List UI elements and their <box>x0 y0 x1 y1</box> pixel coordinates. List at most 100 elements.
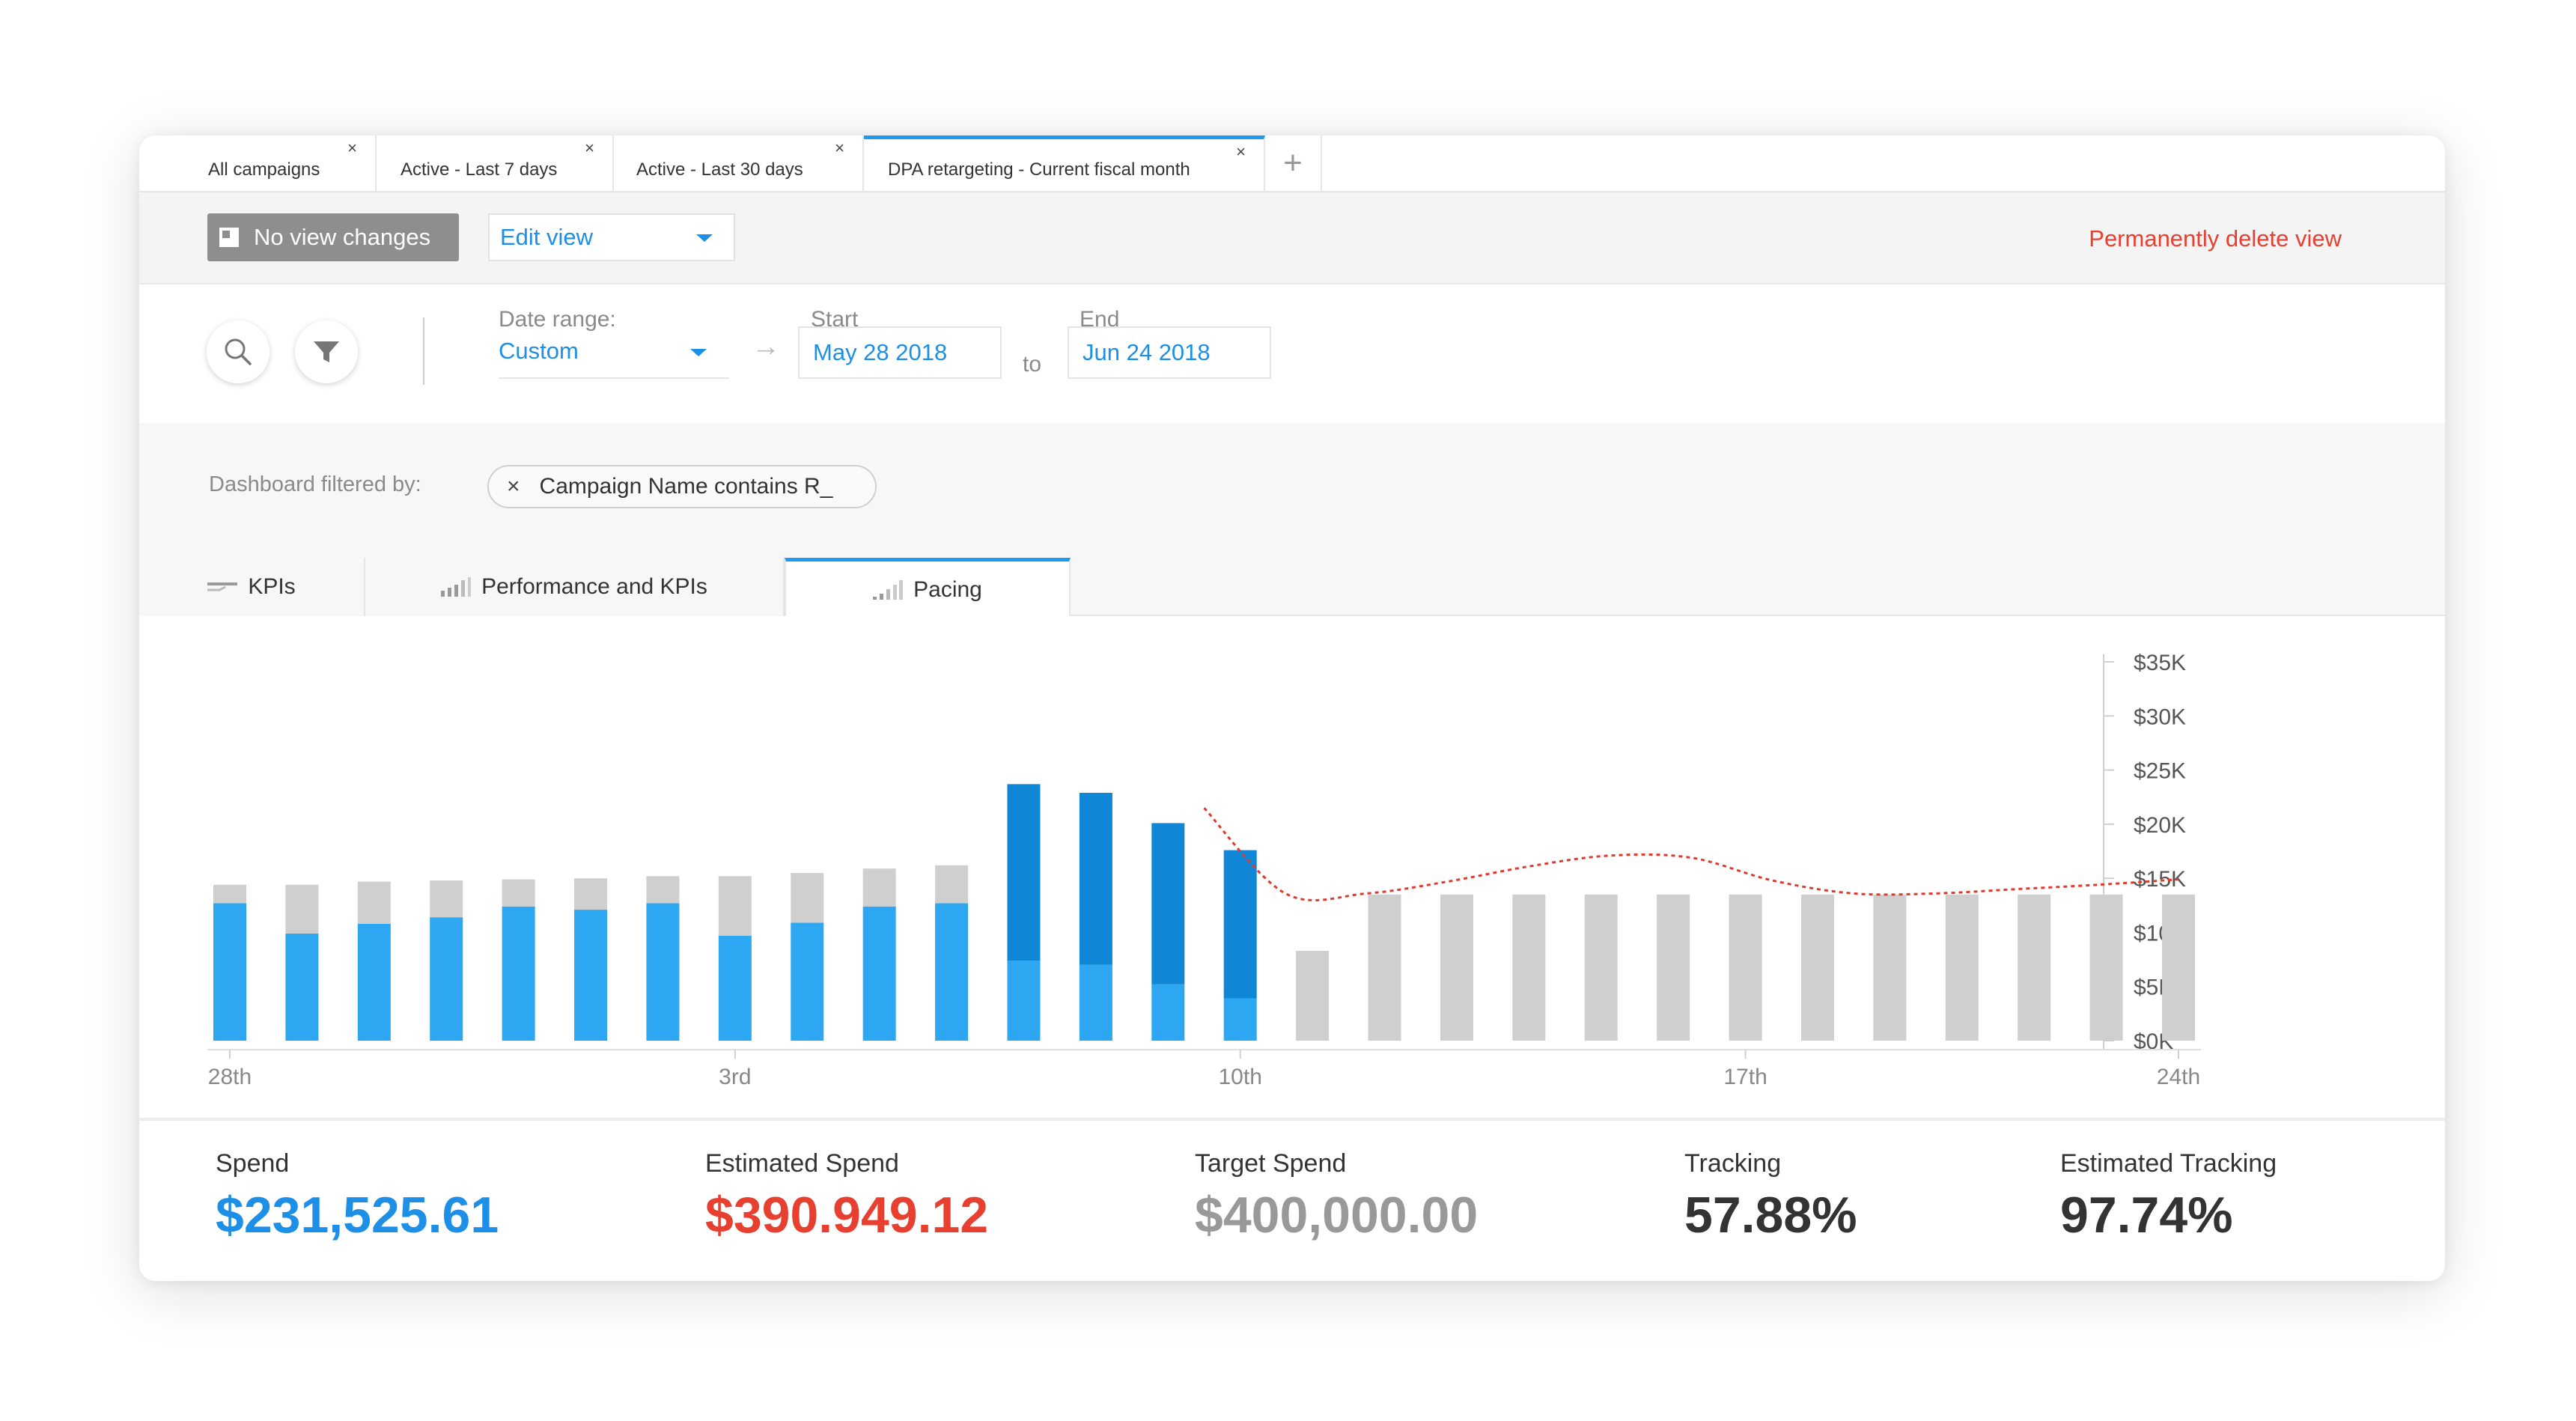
close-icon[interactable]: × <box>1236 144 1246 160</box>
filter-row: Date range: Custom → Start May 28 2018 t… <box>139 284 2445 423</box>
chart-bar <box>1007 961 1041 1041</box>
chart-bar <box>1368 894 1401 1041</box>
chart-bar <box>2018 894 2051 1041</box>
stat-label: Estimated Tracking <box>2060 1149 2277 1178</box>
chart-bar <box>646 903 680 1041</box>
tab-kpis[interactable]: KPIs <box>139 558 365 616</box>
pacing-chart-svg: $0K$5K$10K$15K$20K$25K$30K$35K28th 3rd 10t… <box>207 651 2201 1089</box>
delete-view-link[interactable]: Permanently delete view <box>2089 225 2342 252</box>
stat-value: $231,525.61 <box>216 1187 499 1244</box>
dashboard-filter-label: Dashboard filtered by: <box>209 472 421 496</box>
close-icon[interactable]: × <box>835 140 844 156</box>
end-date-field[interactable]: Jun 24 2018 <box>1068 326 1271 379</box>
start-date-value: May 28 2018 <box>813 339 948 365</box>
chart-bar <box>1151 984 1185 1041</box>
chart-bar <box>1079 792 1112 965</box>
stat-value: $390.949.12 <box>705 1187 989 1244</box>
stat-label: Estimated Spend <box>705 1149 899 1178</box>
chart-bar <box>1945 894 1979 1041</box>
chart-bar <box>1800 894 1834 1041</box>
chart-bar <box>213 884 246 904</box>
chart-bar <box>1079 964 1112 1041</box>
divider <box>423 317 424 385</box>
x-tick-label: 10th <box>1219 1065 1262 1089</box>
stat-estimated-tracking: Estimated Tracking 97.74% <box>2060 1149 2277 1244</box>
chart-bar <box>430 880 463 918</box>
y-tick-label: $20K <box>2134 813 2186 838</box>
x-tick-label: 28th <box>208 1065 252 1089</box>
to-label: to <box>1023 352 1042 377</box>
pacing-icon <box>873 579 904 600</box>
chart-bar <box>1223 998 1257 1041</box>
bar-chart-icon <box>441 577 472 597</box>
search-button[interactable] <box>207 320 270 383</box>
no-view-changes-label: No view changes <box>254 224 431 250</box>
chart-bar <box>574 910 608 1041</box>
view-toolbar: No view changes Edit view Permanently de… <box>139 191 2445 284</box>
tab-label: Performance and KPIs <box>481 574 707 599</box>
x-tick-label: 24th <box>2157 1065 2200 1089</box>
chart-bar <box>862 906 896 1041</box>
y-tick-label: $25K <box>2134 759 2186 784</box>
stat-label: Tracking <box>1684 1149 1782 1178</box>
tab-all-campaigns[interactable]: All campaigns × <box>139 136 377 191</box>
stat-label: Spend <box>216 1149 290 1178</box>
chart-bar <box>791 922 824 1041</box>
chart-bar <box>791 872 824 923</box>
chart-bar <box>1440 894 1473 1041</box>
view-status-icon <box>219 228 239 247</box>
chart-bar <box>718 876 752 936</box>
kpi-icon <box>207 582 238 591</box>
chart-bar <box>1873 894 1907 1041</box>
chart-bar <box>2089 894 2123 1041</box>
stat-estimated-spend: Estimated Spend $390.949.12 <box>705 1149 988 1244</box>
chevron-down-icon <box>696 234 713 242</box>
add-tab-button[interactable]: + <box>1265 136 1322 191</box>
edit-view-label: Edit view <box>500 224 594 250</box>
chart-bar <box>430 917 463 1041</box>
tab-active-last-30-days[interactable]: Active - Last 30 days × <box>614 136 864 191</box>
chart-bar <box>1584 894 1618 1041</box>
chart-bar <box>574 878 608 910</box>
chart-bar <box>1151 823 1185 985</box>
funnel-icon <box>314 341 339 362</box>
close-icon[interactable]: × <box>585 140 594 156</box>
chart-bar <box>1223 850 1257 999</box>
dashboard-tab-bar: KPIs Performance and KPIs Pacing <box>139 558 2445 618</box>
chart-bar <box>285 884 319 934</box>
x-tick-label: 17th <box>1723 1065 1767 1089</box>
edit-view-dropdown[interactable]: Edit view <box>488 213 735 261</box>
tab-pacing[interactable]: Pacing <box>785 558 1071 618</box>
chart-bar <box>213 903 246 1041</box>
filter-chip[interactable]: × Campaign Name contains R_ <box>487 465 877 508</box>
stat-value: $400,000.00 <box>1195 1187 1479 1244</box>
tab-performance-and-kpis[interactable]: Performance and KPIs <box>365 558 785 616</box>
tab-label: All campaigns <box>208 159 320 180</box>
no-view-changes-button[interactable]: No view changes <box>207 213 459 261</box>
chart-bar <box>935 865 969 904</box>
chart-bar <box>646 876 680 904</box>
chart-bar <box>1657 894 1690 1041</box>
tab-label: Pacing <box>913 576 982 602</box>
start-date-field[interactable]: May 28 2018 <box>798 326 1002 379</box>
filter-chip-label: Campaign Name contains R_ <box>539 474 833 499</box>
dashboard-card: All campaigns × Active - Last 7 days × A… <box>139 136 2445 1281</box>
chart-bar <box>862 868 896 907</box>
arrow-right-icon: → <box>752 331 780 362</box>
close-icon[interactable]: × <box>347 140 357 156</box>
chart-bar <box>1296 951 1330 1041</box>
filter-button[interactable] <box>295 320 358 383</box>
stat-spend: Spend $231,525.61 <box>216 1149 499 1244</box>
tab-dpa-retargeting[interactable]: DPA retargeting - Current fiscal month × <box>864 136 1265 191</box>
chevron-down-icon <box>690 349 707 356</box>
pacing-chart: $0K $5K $10K $15K $20K $25K $30K $35K 28th 3rd 10t… <box>139 616 2445 1118</box>
chart-bar <box>1512 894 1546 1041</box>
date-range-select[interactable]: Custom <box>499 325 729 379</box>
end-date-value: Jun 24 2018 <box>1083 339 1211 365</box>
chart-bar <box>502 879 535 907</box>
close-icon[interactable]: × <box>507 474 520 499</box>
stat-value: 97.74% <box>2060 1187 2233 1244</box>
tab-active-last-7-days[interactable]: Active - Last 7 days × <box>377 136 614 191</box>
stat-tracking: Tracking 57.88% <box>1684 1149 1857 1244</box>
chart-bar <box>2162 894 2195 1041</box>
